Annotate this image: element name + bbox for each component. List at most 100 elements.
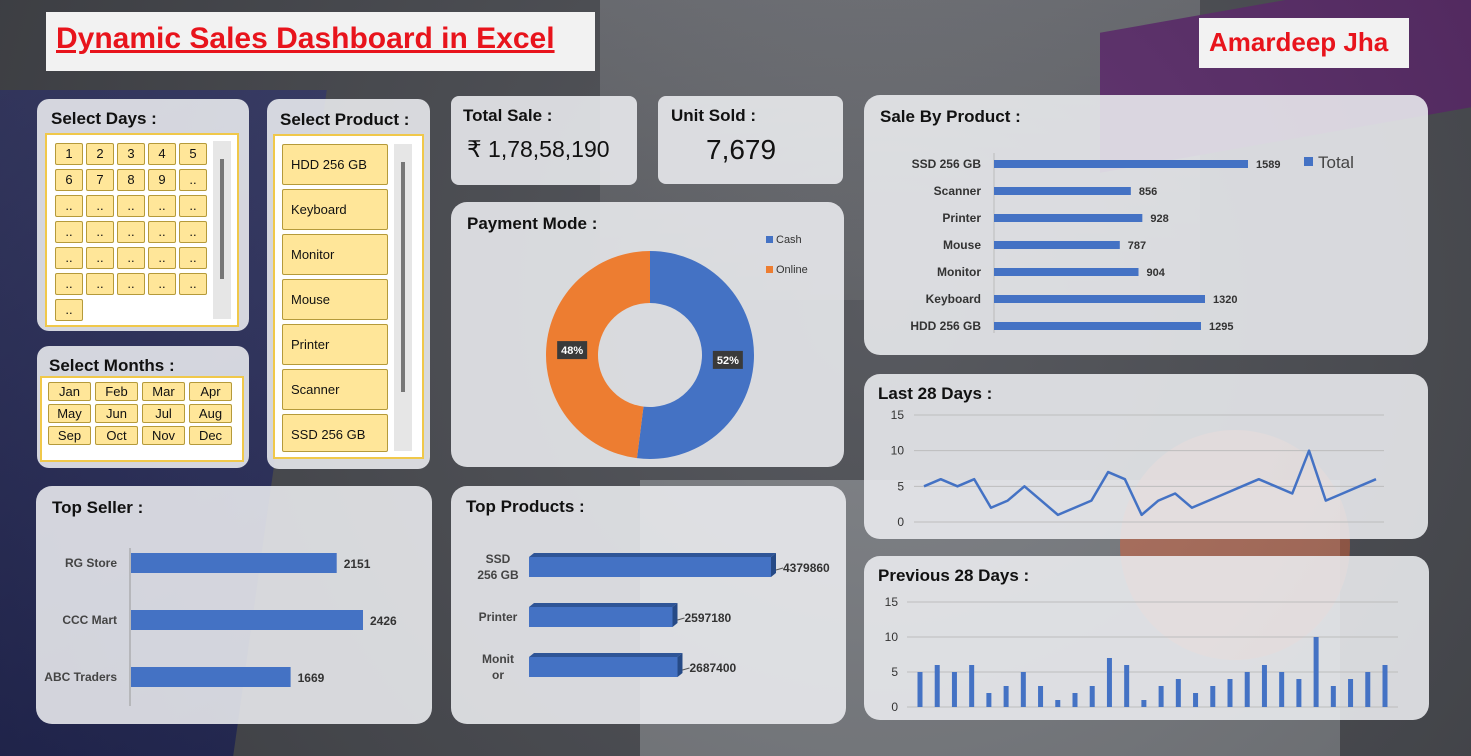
bar (994, 160, 1248, 168)
month-chip-aug[interactable]: Aug (189, 404, 232, 423)
bar (1348, 679, 1354, 707)
data-label: 2426 (370, 614, 397, 628)
day-chip[interactable]: 2 (86, 143, 114, 165)
month-chip-jun[interactable]: Jun (95, 404, 138, 423)
unit-sold-value: 7,679 (706, 134, 777, 165)
legend-swatch (1304, 157, 1313, 166)
y-tick-label: 5 (897, 479, 904, 493)
day-chip[interactable]: .. (179, 221, 207, 243)
product-slicer-title: Select Product : (280, 110, 410, 129)
day-chip[interactable]: 1 (55, 143, 83, 165)
bar-top (529, 653, 683, 657)
bar (1313, 637, 1319, 707)
leader-line (677, 617, 685, 621)
product-scrollbar[interactable] (394, 144, 412, 451)
month-chip-oct[interactable]: Oct (95, 426, 138, 445)
day-chip[interactable]: 5 (179, 143, 207, 165)
bar-side (677, 653, 683, 677)
day-chip[interactable]: .. (179, 195, 207, 217)
product-chip[interactable]: Mouse (282, 279, 388, 320)
bar (1279, 672, 1285, 707)
bar (1175, 679, 1181, 707)
data-label: 2151 (344, 557, 371, 571)
bar (1089, 686, 1095, 707)
month-chip-jan[interactable]: Jan (48, 382, 91, 401)
bar (1227, 679, 1233, 707)
day-chip[interactable]: .. (55, 221, 83, 243)
day-chip[interactable]: .. (55, 247, 83, 269)
product-chip[interactable]: Scanner (282, 369, 388, 410)
previous-28-days-bar-chart: 0 5 10 15 (885, 595, 1398, 714)
day-chip[interactable]: 7 (86, 169, 114, 191)
y-tick-label: 0 (897, 515, 904, 529)
days-slicer-title: Select Days : (51, 109, 157, 128)
day-chip[interactable]: .. (86, 273, 114, 295)
month-chip-apr[interactable]: Apr (189, 382, 232, 401)
bar (994, 295, 1206, 303)
month-chip-sep[interactable]: Sep (48, 426, 91, 445)
day-chip[interactable]: .. (86, 247, 114, 269)
bar (529, 657, 678, 677)
day-chip[interactable]: .. (117, 195, 145, 217)
day-chip[interactable]: .. (179, 169, 207, 191)
day-chip[interactable]: 3 (117, 143, 145, 165)
legend-label: Total (1318, 153, 1354, 172)
month-chip-may[interactable]: May (48, 404, 91, 423)
bar (529, 607, 673, 627)
data-label: 2687400 (689, 661, 736, 675)
bar (934, 665, 940, 707)
day-chip[interactable]: .. (117, 273, 145, 295)
days-slicer: 1 2 3 4 5 6 7 8 9...............................… (45, 133, 239, 327)
product-chip[interactable]: SSD 256 GB (282, 414, 388, 452)
day-chip[interactable]: .. (55, 273, 83, 295)
bar (529, 557, 771, 577)
unit-sold-card: Unit Sold : 7,679 (658, 96, 843, 184)
day-chip[interactable]: 4 (148, 143, 176, 165)
product-chip[interactable]: HDD 256 GB (282, 144, 388, 185)
day-chip[interactable]: .. (179, 247, 207, 269)
month-chip-feb[interactable]: Feb (95, 382, 138, 401)
day-chip[interactable]: .. (148, 247, 176, 269)
month-chip-nov[interactable]: Nov (142, 426, 185, 445)
category-label: 256 GB (477, 568, 519, 582)
month-chip-jul[interactable]: Jul (142, 404, 185, 423)
bar-side (672, 603, 678, 627)
day-chip[interactable]: .. (148, 221, 176, 243)
total-sale-card: Total Sale : ₹ 1,78,58,190 (451, 96, 637, 185)
days-scrollbar[interactable] (213, 141, 231, 319)
day-chip[interactable]: .. (148, 195, 176, 217)
day-chip[interactable]: .. (179, 273, 207, 295)
data-label: 4379860 (783, 561, 830, 575)
day-chip[interactable]: .. (86, 221, 114, 243)
legend-swatch (766, 266, 773, 273)
product-chip[interactable]: Keyboard (282, 189, 388, 230)
bar (1020, 672, 1026, 707)
month-chip-mar[interactable]: Mar (142, 382, 185, 401)
day-chip[interactable]: .. (55, 195, 83, 217)
bar (969, 665, 975, 707)
month-chip-dec[interactable]: Dec (189, 426, 232, 445)
bar (994, 187, 1131, 195)
day-chip[interactable]: .. (117, 247, 145, 269)
y-tick-label: 10 (891, 444, 905, 458)
sale-by-product-panel: Sale By Product : SSD 256 GB 1589 Scanner 8… (864, 95, 1428, 355)
day-chip[interactable]: .. (148, 273, 176, 295)
day-chip[interactable]: 8 (117, 169, 145, 191)
bar (1003, 686, 1009, 707)
data-label: 904 (1147, 267, 1166, 279)
product-chip[interactable]: Monitor (282, 234, 388, 275)
bar (1382, 665, 1388, 707)
bar (1055, 700, 1061, 707)
day-chip[interactable]: .. (117, 221, 145, 243)
bar (994, 241, 1120, 249)
day-chip[interactable]: .. (86, 195, 114, 217)
product-chip[interactable]: Printer (282, 324, 388, 365)
day-chip[interactable]: 6 (55, 169, 83, 191)
top-products-chart: SSD 256 GB 4379860 Printer 2597180 Monit or 268… (477, 552, 830, 682)
category-label: SSD 256 GB (912, 157, 982, 171)
bar (1141, 700, 1147, 707)
category-label: HDD 256 GB (910, 319, 981, 333)
day-chip[interactable]: 9 (148, 169, 176, 191)
bar-top (529, 603, 678, 607)
day-chip[interactable]: .. (55, 299, 83, 321)
